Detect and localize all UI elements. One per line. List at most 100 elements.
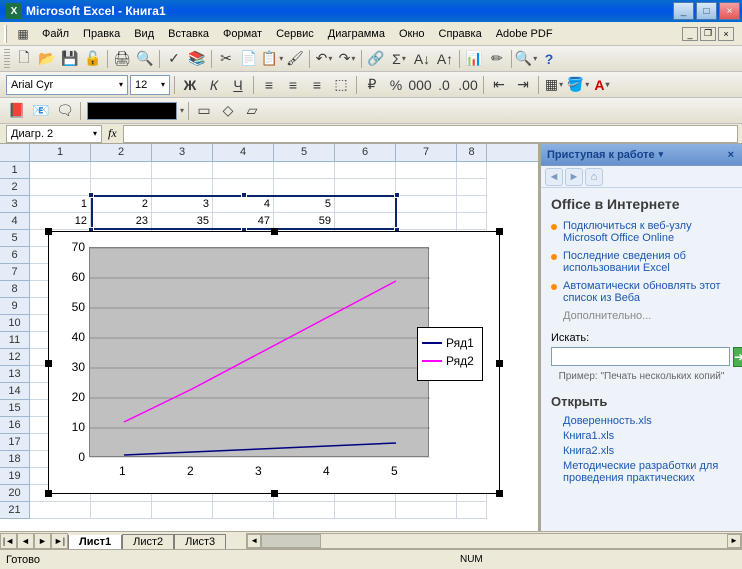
paste-icon[interactable]: 📋▾ xyxy=(261,48,283,70)
cell[interactable] xyxy=(30,179,91,196)
research-icon[interactable]: 📚 xyxy=(186,48,208,70)
cell[interactable]: 2 xyxy=(91,196,152,213)
recent-file[interactable]: Методические разработки для проведения п… xyxy=(563,460,732,484)
pdf-review-icon[interactable]: 🗨 xyxy=(54,100,76,122)
shape-btn-1[interactable]: ▭ xyxy=(193,100,215,122)
permission-icon[interactable]: 🔓 xyxy=(82,48,104,70)
pdf-mail-icon[interactable]: 📧 xyxy=(30,100,52,122)
cell[interactable] xyxy=(396,179,457,196)
cell[interactable] xyxy=(335,502,396,519)
cell[interactable] xyxy=(457,213,487,230)
font-color-icon[interactable]: A▾ xyxy=(591,74,613,96)
row-header[interactable]: 1 xyxy=(0,162,30,179)
cell[interactable] xyxy=(457,162,487,179)
menu-adobe[interactable]: Adobe PDF xyxy=(490,26,559,42)
cell[interactable] xyxy=(30,502,91,519)
maximize-button[interactable]: □ xyxy=(696,2,717,20)
row-header[interactable]: 15 xyxy=(0,400,30,417)
cell[interactable] xyxy=(335,162,396,179)
cell[interactable]: 4 xyxy=(213,196,274,213)
row-header[interactable]: 21 xyxy=(0,502,30,519)
resize-handle-icon[interactable] xyxy=(496,360,503,367)
close-button[interactable]: × xyxy=(719,2,740,20)
row-header[interactable]: 2 xyxy=(0,179,30,196)
cell[interactable] xyxy=(152,502,213,519)
col-header[interactable]: 6 xyxy=(335,144,396,161)
back-icon[interactable]: ◄ xyxy=(545,168,563,186)
cell[interactable] xyxy=(396,502,457,519)
row-header[interactable]: 9 xyxy=(0,298,30,315)
cell[interactable]: 35 xyxy=(152,213,213,230)
taskpane-close-icon[interactable]: × xyxy=(726,149,736,161)
cell[interactable] xyxy=(457,196,487,213)
menu-chart[interactable]: Диаграмма xyxy=(322,26,391,42)
resize-handle-icon[interactable] xyxy=(271,490,278,497)
fx-icon[interactable]: fx xyxy=(108,126,117,141)
menu-edit[interactable]: Правка xyxy=(77,26,126,42)
resize-handle-icon[interactable] xyxy=(45,360,52,367)
redo-icon[interactable]: ↷▾ xyxy=(336,48,358,70)
link-connect[interactable]: Подключиться к веб-узлу Microsoft Office… xyxy=(563,220,732,244)
legend[interactable]: Ряд1 Ряд2 xyxy=(417,327,483,381)
menu-help[interactable]: Справка xyxy=(433,26,488,42)
cell[interactable]: 12 xyxy=(30,213,91,230)
row-header[interactable]: 7 xyxy=(0,264,30,281)
pdf-icon[interactable]: 📕 xyxy=(6,100,28,122)
font-size-combo[interactable]: 12▾ xyxy=(130,75,170,95)
cell[interactable] xyxy=(457,179,487,196)
currency-icon[interactable]: ₽ xyxy=(361,74,383,96)
cell[interactable] xyxy=(91,502,152,519)
recent-file[interactable]: Книга2.xls xyxy=(563,445,732,457)
percent-icon[interactable]: % xyxy=(385,74,407,96)
row-header[interactable]: 14 xyxy=(0,383,30,400)
home-icon[interactable]: ⌂ xyxy=(585,168,603,186)
mdi-minimize-button[interactable]: _ xyxy=(682,27,698,41)
scroll-right-icon[interactable]: ► xyxy=(727,534,741,548)
link-news[interactable]: Последние сведения об использовании Exce… xyxy=(563,250,732,274)
row-header[interactable]: 5 xyxy=(0,230,30,247)
scroll-left-icon[interactable]: ◄ xyxy=(247,534,261,548)
menu-window[interactable]: Окно xyxy=(393,26,431,42)
inc-decimal-icon[interactable]: .0 xyxy=(433,74,455,96)
save-icon[interactable]: 💾 xyxy=(59,48,81,70)
format-painter-icon[interactable]: 🖌 xyxy=(284,48,306,70)
resize-handle-icon[interactable] xyxy=(496,490,503,497)
zoom-icon[interactable]: 🔍▾ xyxy=(515,48,537,70)
cell[interactable] xyxy=(396,162,457,179)
plot-area[interactable] xyxy=(89,247,429,457)
cell[interactable] xyxy=(396,196,457,213)
cell[interactable] xyxy=(152,162,213,179)
selection-handle[interactable] xyxy=(88,192,94,198)
search-go-button[interactable]: ➔ xyxy=(733,347,742,367)
help-icon[interactable]: ? xyxy=(538,48,560,70)
minimize-button[interactable]: _ xyxy=(673,2,694,20)
cell[interactable]: 5 xyxy=(274,196,335,213)
selection-handle[interactable] xyxy=(241,192,247,198)
scroll-thumb[interactable] xyxy=(261,534,321,548)
row-header[interactable]: 20 xyxy=(0,485,30,502)
col-header[interactable]: 5 xyxy=(274,144,335,161)
taskpane-dropdown-icon[interactable]: ▾ xyxy=(659,149,664,160)
spell-icon[interactable]: ✓ xyxy=(163,48,185,70)
horizontal-scrollbar[interactable]: ◄ ► xyxy=(246,533,742,549)
align-center-icon[interactable]: ≡ xyxy=(282,74,304,96)
cell[interactable] xyxy=(91,179,152,196)
fill-sample[interactable] xyxy=(87,102,177,120)
tab-prev-icon[interactable]: ◄ xyxy=(17,533,34,549)
cell[interactable] xyxy=(30,162,91,179)
row-header[interactable]: 12 xyxy=(0,349,30,366)
font-name-combo[interactable]: Arial Cyr▾ xyxy=(6,75,128,95)
tab-last-icon[interactable]: ►| xyxy=(51,533,68,549)
underline-button[interactable]: Ч xyxy=(227,74,249,96)
bold-button[interactable]: Ж xyxy=(179,74,201,96)
comma-icon[interactable]: 000 xyxy=(409,74,431,96)
italic-button[interactable]: К xyxy=(203,74,225,96)
search-input[interactable] xyxy=(551,347,730,366)
hyperlink-icon[interactable]: 🔗 xyxy=(365,48,387,70)
align-right-icon[interactable]: ≡ xyxy=(306,74,328,96)
link-autoupdate[interactable]: Автоматически обновлять этот список из В… xyxy=(563,280,732,304)
sum-icon[interactable]: Σ▾ xyxy=(388,48,410,70)
formula-input[interactable] xyxy=(123,125,738,143)
recent-file[interactable]: Доверенность.xls xyxy=(563,415,732,427)
fill-color-icon[interactable]: 🪣▾ xyxy=(567,74,589,96)
